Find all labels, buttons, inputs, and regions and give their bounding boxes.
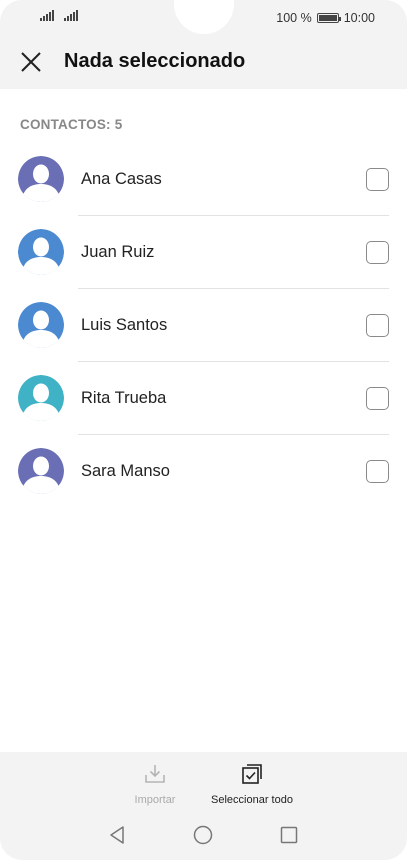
person-icon (18, 448, 64, 494)
person-icon (18, 156, 64, 202)
avatar (18, 229, 64, 275)
system-nav-bar (0, 820, 407, 852)
app-header: Nada seleccionado (0, 35, 407, 89)
home-button[interactable] (192, 824, 214, 846)
bottom-toolbar: Importar Seleccionar todo (0, 752, 407, 860)
contact-checkbox[interactable] (366, 314, 389, 337)
import-label: Importar (134, 794, 176, 806)
contact-name: Sara Manso (81, 462, 170, 480)
camera-notch (174, 0, 234, 34)
download-icon (145, 765, 165, 783)
contact-row[interactable]: Sara Manso (0, 435, 407, 508)
signal-icon (40, 10, 54, 21)
close-button[interactable] (18, 49, 44, 75)
avatar (18, 448, 64, 494)
contact-name: Luis Santos (81, 316, 168, 334)
contact-name: Juan Ruiz (81, 243, 155, 261)
clock: 10:00 (343, 11, 375, 25)
avatar (18, 156, 64, 202)
signal-indicators (40, 10, 78, 21)
back-button[interactable] (106, 824, 128, 846)
signal-icon (64, 10, 78, 21)
battery-icon (316, 13, 341, 23)
contact-checkbox[interactable] (366, 387, 389, 410)
import-button[interactable]: Importar (100, 762, 210, 806)
select-all-icon (242, 764, 262, 784)
close-icon (21, 52, 41, 72)
select-all-button[interactable]: Seleccionar todo (197, 762, 307, 806)
contact-checkbox[interactable] (366, 460, 389, 483)
home-icon (193, 825, 213, 845)
person-icon (18, 302, 64, 348)
contacts-count-label: CONTACTOS: 5 (20, 117, 123, 132)
avatar (18, 375, 64, 421)
recents-icon (280, 826, 298, 844)
contact-checkbox[interactable] (366, 241, 389, 264)
contact-row[interactable]: Ana Casas (0, 143, 407, 216)
contact-row[interactable]: Luis Santos (0, 289, 407, 362)
person-icon (18, 375, 64, 421)
back-icon (110, 826, 124, 844)
contact-name: Ana Casas (81, 170, 162, 188)
contact-checkbox[interactable] (366, 168, 389, 191)
contact-row[interactable]: Juan Ruiz (0, 216, 407, 289)
page-title: Nada seleccionado (64, 50, 246, 72)
recents-button[interactable] (278, 824, 300, 846)
contact-list: Ana Casas Juan Ruiz Luis Santos Rita Tru… (0, 143, 407, 508)
battery-percent: 100 % (276, 11, 312, 25)
contact-name: Rita Trueba (81, 389, 167, 407)
select-all-label: Seleccionar todo (211, 794, 293, 806)
status-right: 100 % 10:00 (276, 11, 375, 25)
contact-row[interactable]: Rita Trueba (0, 362, 407, 435)
person-icon (18, 229, 64, 275)
status-bar: 100 % 10:00 (0, 0, 407, 35)
avatar (18, 302, 64, 348)
screen: 100 % 10:00 Nada seleccionado CONTACTOS:… (0, 0, 407, 860)
